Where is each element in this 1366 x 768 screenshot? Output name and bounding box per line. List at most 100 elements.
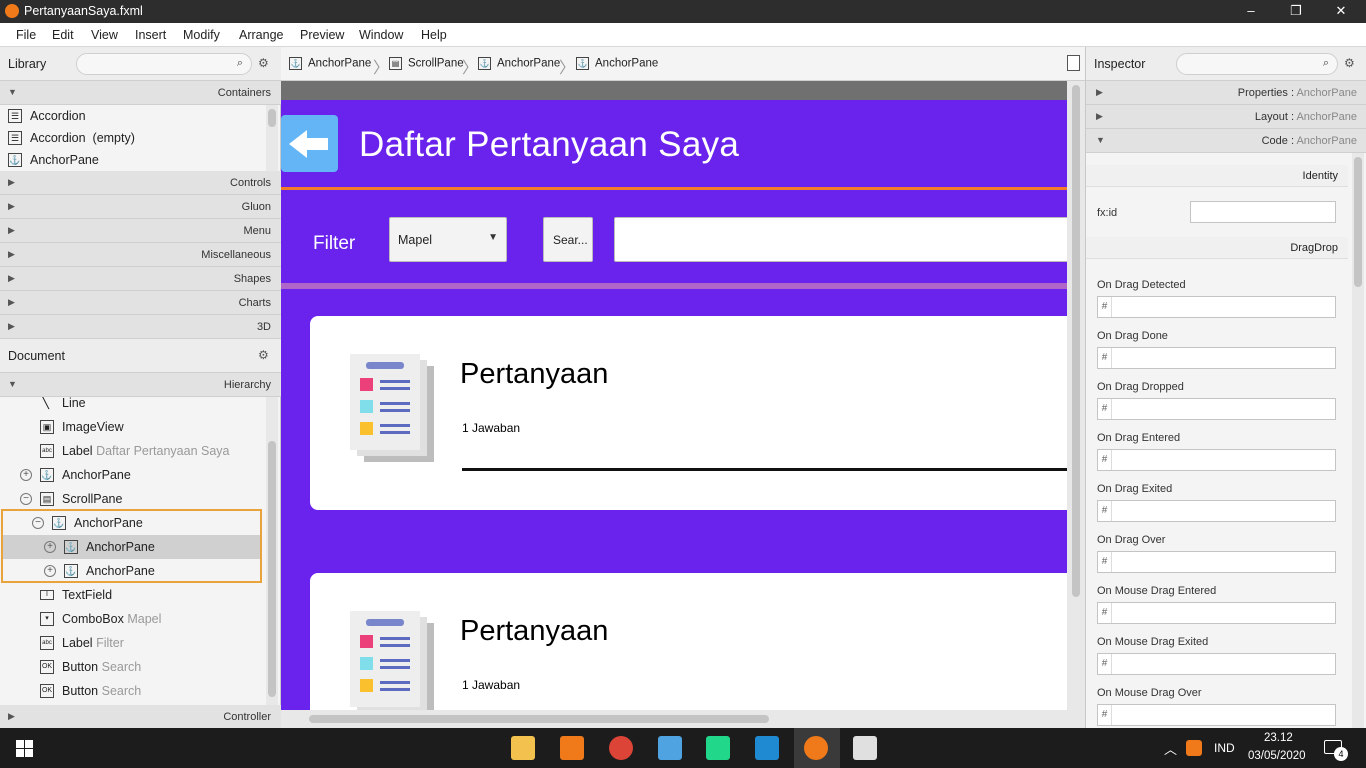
menu-arrange[interactable]: Arrange	[239, 28, 283, 42]
tree-item-anchorpane[interactable]: + ⚓ AnchorPane	[0, 463, 262, 487]
on-mouse-drag-exited-field[interactable]: #	[1097, 653, 1336, 675]
on-drag-entered-field[interactable]: #	[1097, 449, 1336, 471]
expand-icon[interactable]: +	[20, 469, 32, 481]
question-card[interactable]: Pertanyaan 1 Jawaban	[310, 316, 1067, 510]
library-item-anchorpane[interactable]: ⚓ AnchorPane	[0, 149, 262, 171]
xampp-tray-icon[interactable]	[1186, 740, 1202, 756]
breadcrumb-anchorpane-3[interactable]: ⚓ AnchorPane	[576, 57, 658, 70]
canvas-horizontal-scrollbar[interactable]	[281, 710, 1067, 728]
tree-item-anchorpane-second[interactable]: + ⚓ AnchorPane	[0, 559, 262, 583]
section-3d[interactable]: ▶ 3D	[0, 315, 281, 339]
tree-item-button-search-2[interactable]: OK Button Search	[0, 679, 262, 703]
hierarchy-scrollbar[interactable]	[266, 397, 278, 705]
canvas-vertical-scrollbar[interactable]	[1067, 81, 1085, 728]
tree-item-imageview[interactable]: ▣ ImageView	[0, 415, 262, 439]
fxid-field[interactable]	[1190, 201, 1336, 223]
section-shapes[interactable]: ▶ Shapes	[0, 267, 281, 291]
on-drag-detected-field[interactable]: #	[1097, 296, 1336, 318]
gear-icon[interactable]: ⚙	[1344, 56, 1355, 70]
scene-builder-icon[interactable]	[804, 736, 828, 760]
menu-file[interactable]: File	[16, 28, 36, 42]
menu-modify[interactable]: Modify	[183, 28, 220, 42]
section-hierarchy[interactable]: ▼ Hierarchy	[0, 373, 281, 397]
search-button[interactable]: Sear...	[543, 217, 593, 262]
breadcrumb-anchorpane[interactable]: ⚓ AnchorPane	[289, 57, 371, 70]
anchor-icon: ⚓	[52, 516, 66, 530]
tree-item-combobox[interactable]: ▾ ComboBox Mapel	[0, 607, 262, 631]
xampp-icon[interactable]	[560, 736, 584, 760]
menu-view[interactable]: View	[91, 28, 118, 42]
breadcrumb-scrollpane[interactable]: ▤ ScrollPane	[389, 57, 464, 70]
vscode-icon[interactable]	[755, 736, 779, 760]
tree-item-scrollpane[interactable]: − ▤ ScrollPane	[0, 487, 262, 511]
tree-item-label-title[interactable]: abc Label Daftar Pertanyaan Saya	[0, 439, 262, 463]
close-button[interactable]: ✕	[1318, 0, 1364, 23]
language-indicator[interactable]: IND	[1214, 741, 1235, 755]
tree-item-anchorpane-selected[interactable]: + ⚓ AnchorPane	[3, 535, 260, 559]
document-title: Document	[8, 349, 65, 363]
breadcrumb-anchorpane-2[interactable]: ⚓ AnchorPane	[478, 57, 560, 70]
tree-item-label-filter[interactable]: abc Label Filter	[0, 631, 262, 655]
section-miscellaneous[interactable]: ▶ Miscellaneous	[0, 243, 281, 267]
on-drag-exited-field[interactable]: #	[1097, 500, 1336, 522]
inspector-search-input[interactable]: ⌕	[1176, 53, 1338, 75]
expand-icon[interactable]: +	[44, 541, 56, 553]
section-menu[interactable]: ▶ Menu	[0, 219, 281, 243]
hierarchy-tree: ╲ Line ▣ ImageView abc Label Daftar Pert…	[0, 397, 264, 705]
on-mouse-drag-entered-field[interactable]: #	[1097, 602, 1336, 624]
on-mouse-drag-over-field[interactable]: #	[1097, 704, 1336, 726]
collapse-icon[interactable]: −	[20, 493, 32, 505]
left-panel: Library ⌕ ⚙ ▼ Containers ☰ Accordion ☰ A…	[0, 47, 281, 729]
section-layout[interactable]: ▶ Layout : AnchorPane	[1086, 105, 1366, 129]
gear-icon[interactable]: ⚙	[258, 56, 269, 70]
tree-item-button-search[interactable]: OK Button Search	[0, 655, 262, 679]
section-gluon[interactable]: ▶ Gluon	[0, 195, 281, 219]
clock-date[interactable]: 03/05/2020	[1248, 750, 1306, 762]
mapel-combobox[interactable]: Mapel ▼	[389, 217, 507, 262]
back-button[interactable]	[281, 115, 338, 172]
textfield-icon: I	[40, 590, 54, 600]
java-icon[interactable]	[853, 736, 877, 760]
menu-insert[interactable]: Insert	[135, 28, 166, 42]
menu-preview[interactable]: Preview	[300, 28, 344, 42]
tree-item-line[interactable]: ╲ Line	[0, 397, 262, 415]
pycharm-icon[interactable]	[706, 736, 730, 760]
menu-bar: File Edit View Insert Modify Arrange Pre…	[0, 23, 1366, 47]
inspector-scrollbar[interactable]	[1352, 153, 1364, 728]
on-drag-dropped-field[interactable]: #	[1097, 398, 1336, 420]
minimize-button[interactable]: –	[1228, 0, 1274, 23]
windows-start-icon[interactable]	[16, 740, 33, 757]
tree-item-anchorpane-child[interactable]: − ⚓ AnchorPane	[0, 511, 262, 535]
file-explorer-icon[interactable]	[511, 736, 535, 760]
expand-icon[interactable]: +	[44, 565, 56, 577]
on-drag-done-field[interactable]: #	[1097, 347, 1336, 369]
question-title: Pertanyaan	[460, 358, 609, 390]
section-properties[interactable]: ▶ Properties : AnchorPane	[1086, 81, 1366, 105]
section-controls[interactable]: ▶ Controls	[0, 171, 281, 195]
clock-time[interactable]: 23.12	[1264, 732, 1293, 744]
document-icon[interactable]	[1067, 55, 1080, 71]
section-containers[interactable]: ▼ Containers	[0, 81, 281, 105]
dragdrop-header: DragDrop	[1086, 237, 1348, 259]
on-drag-over-field[interactable]: #	[1097, 551, 1336, 573]
section-controller[interactable]: ▶ Controller	[0, 705, 281, 729]
menu-window[interactable]: Window	[359, 28, 403, 42]
section-charts[interactable]: ▶ Charts	[0, 291, 281, 315]
gear-icon[interactable]: ⚙	[258, 348, 269, 362]
virtualbox-icon[interactable]	[658, 736, 682, 760]
menu-help[interactable]: Help	[421, 28, 447, 42]
search-input[interactable]	[614, 217, 1067, 262]
question-card[interactable]: Pertanyaan 1 Jawaban	[310, 573, 1067, 710]
chevron-up-icon[interactable]: ︿	[1164, 739, 1177, 758]
restore-button[interactable]: ❐	[1273, 0, 1319, 23]
library-item-accordion-empty[interactable]: ☰ Accordion (empty)	[0, 127, 262, 149]
chrome-icon[interactable]	[609, 736, 633, 760]
menu-edit[interactable]: Edit	[52, 28, 74, 42]
library-item-accordion[interactable]: ☰ Accordion	[0, 105, 262, 127]
section-code[interactable]: ▼ Code : AnchorPane	[1086, 129, 1366, 153]
library-title: Library	[8, 57, 47, 71]
library-scrollbar[interactable]	[266, 105, 278, 171]
library-search-input[interactable]: ⌕	[76, 53, 252, 75]
collapse-icon[interactable]: −	[32, 517, 44, 529]
tree-item-textfield[interactable]: I TextField	[0, 583, 262, 607]
